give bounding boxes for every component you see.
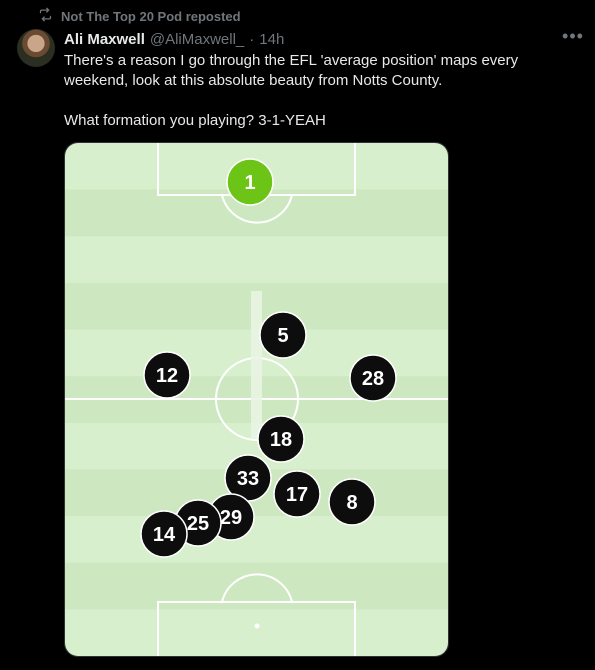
player-number: 12 xyxy=(156,365,178,387)
player-marker[interactable]: 28 xyxy=(349,354,397,402)
player-number: 5 xyxy=(277,325,288,347)
player-number: 18 xyxy=(270,429,292,451)
average-position-map[interactable]: 1 5 12 28 18 33 17 8 29 25 14 xyxy=(64,142,449,657)
more-horizontal-icon[interactable]: ••• xyxy=(561,27,585,48)
centre-mark xyxy=(251,291,262,439)
avatar[interactable] xyxy=(17,29,55,67)
tweet-paragraph: What formation you playing? 3-1-YEAH xyxy=(64,112,326,129)
tweet-paragraph: There's a reason I go through the EFL 'a… xyxy=(64,52,519,89)
player-marker[interactable]: 5 xyxy=(259,311,307,359)
separator-dot: · xyxy=(249,30,255,48)
tweet-header: Ali Maxwell @AliMaxwell_ · 14h xyxy=(64,29,284,49)
player-number: 1 xyxy=(244,172,255,194)
player-number: 8 xyxy=(346,492,357,514)
timestamp[interactable]: 14h xyxy=(259,31,284,48)
pitch-stripe xyxy=(65,236,448,284)
pitch-stripe xyxy=(65,516,448,564)
player-number: 29 xyxy=(220,507,242,529)
author-name[interactable]: Ali Maxwell xyxy=(64,31,145,48)
repost-label: Not The Top 20 Pod reposted xyxy=(61,8,241,24)
player-number: 17 xyxy=(286,484,308,506)
repost-indicator[interactable]: Not The Top 20 Pod reposted xyxy=(38,7,241,25)
repost-icon xyxy=(38,7,53,25)
pitch-stripe xyxy=(65,562,448,611)
player-marker[interactable]: 1 xyxy=(226,158,274,206)
pitch-stripe xyxy=(65,609,448,656)
pitch-graphic: 1 5 12 28 18 33 17 8 29 25 14 xyxy=(65,143,448,656)
author-handle[interactable]: @AliMaxwell_ xyxy=(150,31,244,48)
penalty-spot xyxy=(254,623,260,629)
tweet-text: There's a reason I go through the EFL 'a… xyxy=(64,51,564,131)
player-number: 28 xyxy=(362,368,384,390)
player-marker[interactable]: 8 xyxy=(328,478,376,526)
player-marker[interactable]: 14 xyxy=(140,510,188,558)
player-number: 14 xyxy=(153,524,176,546)
player-marker[interactable]: 12 xyxy=(143,351,191,399)
player-marker[interactable]: 17 xyxy=(273,470,321,518)
player-number: 25 xyxy=(187,513,209,535)
player-number: 33 xyxy=(237,468,259,490)
player-marker[interactable]: 18 xyxy=(257,415,305,463)
